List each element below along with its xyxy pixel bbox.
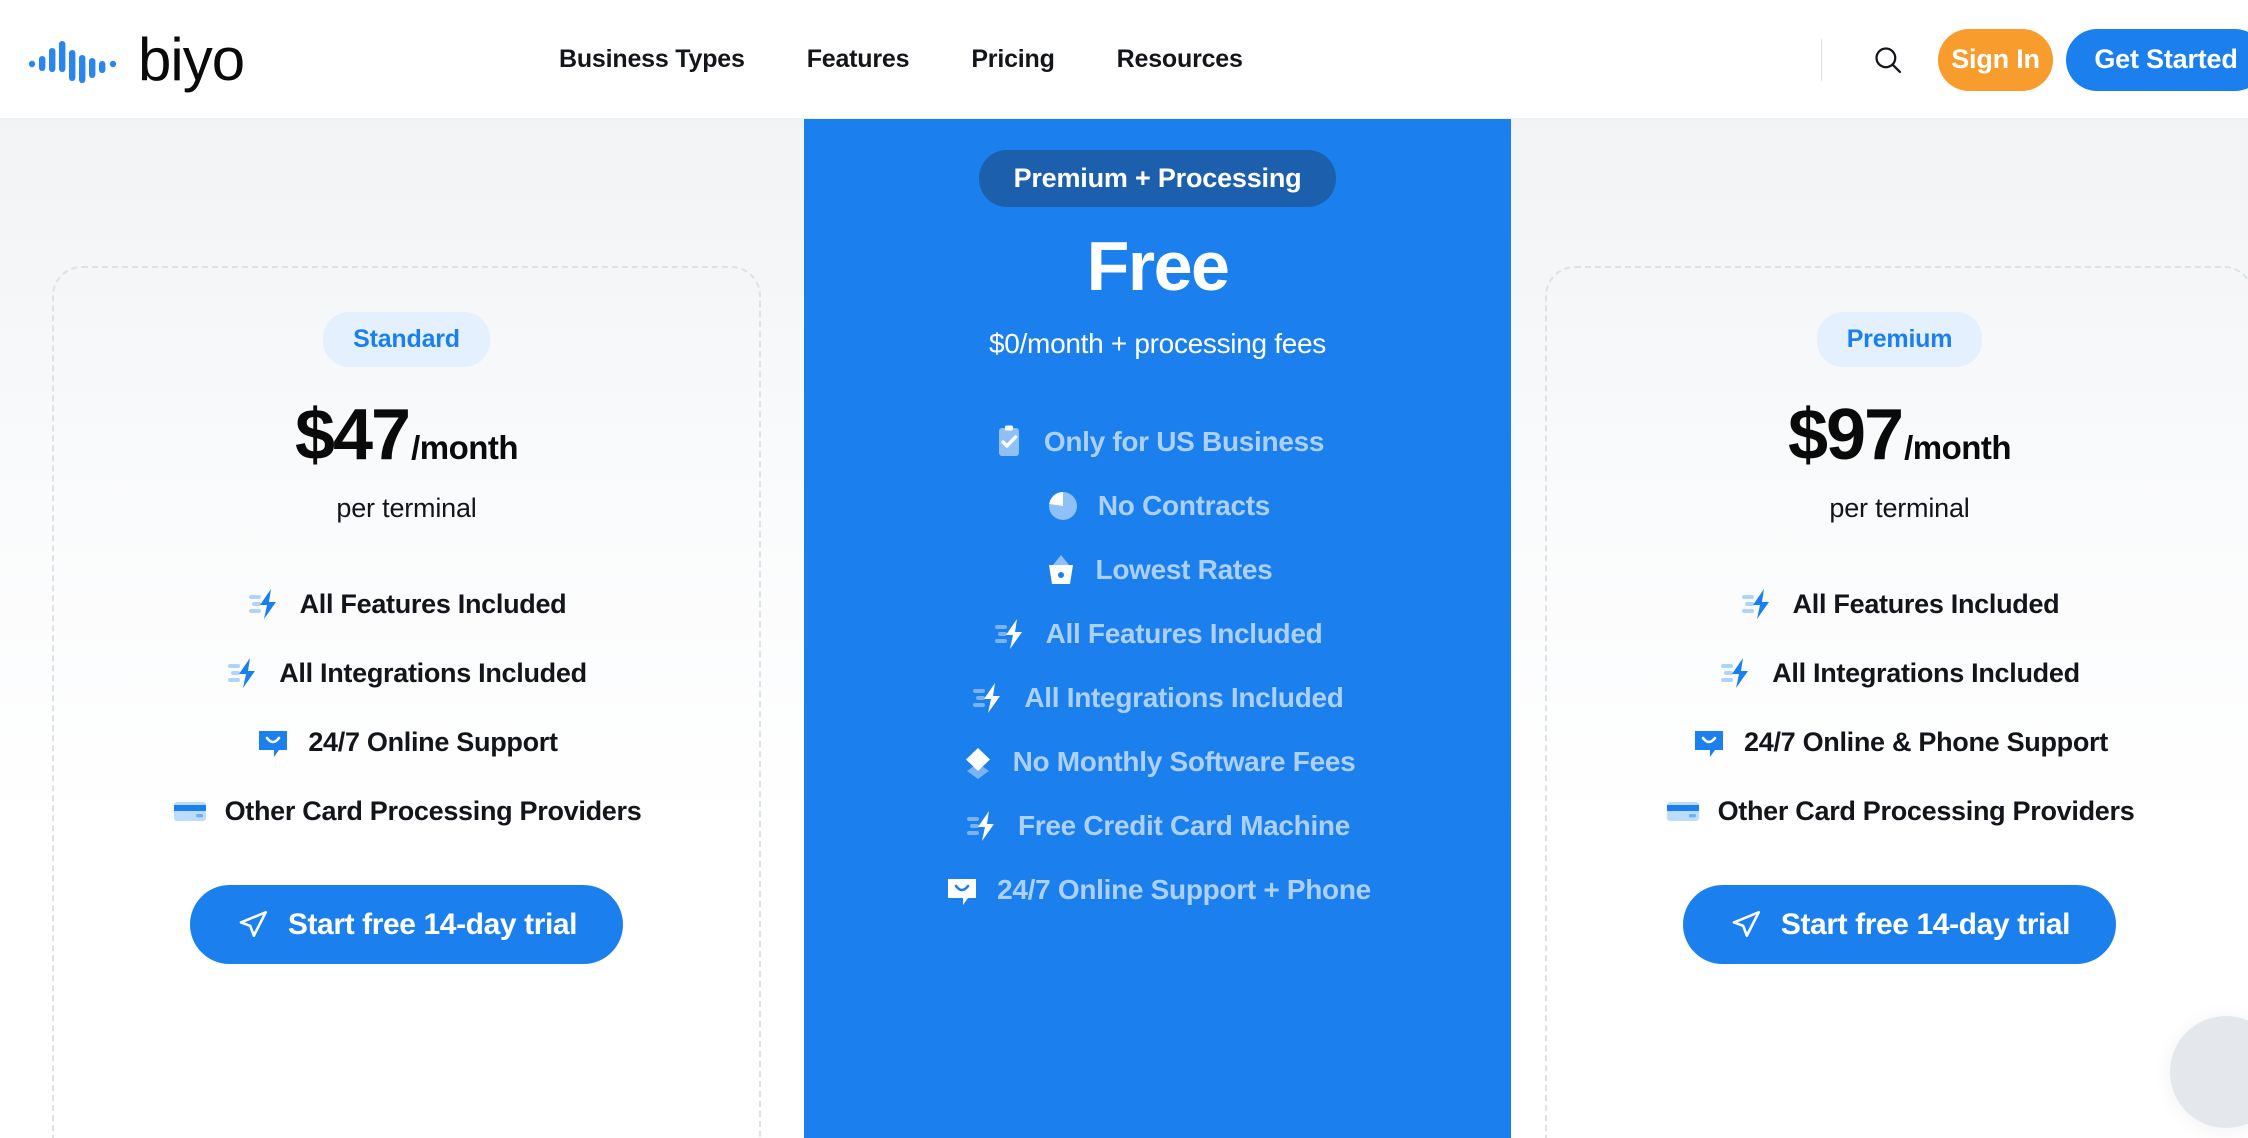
price-period: /month [411,429,519,466]
list-item: All Integrations Included [971,680,1344,716]
send-plane-icon [239,910,267,937]
plan-price-premium: $97 /month [1787,395,2012,475]
pricing-card-premium-processing: Premium + Processing Free $0/month + pro… [804,119,1511,1138]
feature-label: Only for US Business [1043,426,1325,457]
nav-item-pricing[interactable]: Pricing [940,45,1085,74]
nav-item-business-types[interactable]: Business Types [528,45,776,74]
pie-chart-icon [1048,492,1077,520]
main-nav: Business Types Features Pricing Resource… [528,0,1274,119]
list-item: All Features Included [993,616,1323,652]
pricing-card-standard: Standard $47 /month per terminal All Fea… [52,266,761,1138]
feature-label: All Integrations Included [1772,657,2080,688]
chat-smile-icon [1695,731,1724,757]
pricing-page: biyo Business Types Features Pricing Res… [0,0,2248,1138]
price-amount: $97 [1787,395,1904,475]
chat-smile-icon [259,731,288,757]
send-plane-icon [1732,910,1760,937]
list-item: All Integrations Included [226,655,587,691]
speed-bolt-icon [1741,589,1769,619]
plan-badge-premium: Premium [1816,312,1983,367]
list-item: 24/7 Online Support + Phone [944,872,1371,908]
plan-badge-standard: Standard [323,312,490,367]
header-divider [1821,38,1822,81]
feature-label: 24/7 Online Support + Phone [997,874,1371,905]
feature-label: Other Card Processing Providers [224,795,642,826]
feature-label: No Monthly Software Fees [1012,746,1356,777]
feature-label: Other Card Processing Providers [1717,795,2135,826]
feature-label: All Integrations Included [1024,682,1344,713]
cta-label: Start free 14-day trial [287,907,578,941]
list-item: Other Card Processing Providers [172,793,642,829]
price-period: /month [1904,429,2012,466]
credit-card-icon [1666,802,1699,821]
feature-list-premium: All Features Included All Integrations I… [1547,586,2248,862]
price-amount: $47 [294,395,411,475]
logo-wordmark: biyo [138,25,245,93]
price-subtitle: $0/month + processing fees [989,328,1326,359]
start-trial-button-standard[interactable]: Start free 14-day trial [189,885,624,964]
list-item: No Monthly Software Fees [960,744,1356,780]
nav-item-resources[interactable]: Resources [1086,45,1274,74]
list-item: All Features Included [1740,586,2060,622]
feature-list-standard: All Features Included All Integrations I… [54,586,759,862]
plan-price-standard: $47 /month [294,395,519,475]
basket-icon [1048,555,1073,584]
feature-label: Lowest Rates [1095,554,1273,585]
speed-bolt-icon [248,589,276,619]
site-header: biyo Business Types Features Pricing Res… [0,0,2248,119]
credit-card-icon [173,802,206,821]
list-item: Lowest Rates [1043,552,1273,588]
list-item: All Features Included [247,586,567,622]
get-started-button[interactable]: Get Started [2066,28,2248,91]
feature-list-premium-processing: Only for US Business No Contracts Lowest… [804,424,1511,936]
logo[interactable]: biyo [28,0,245,119]
speed-bolt-icon [1721,658,1749,688]
feature-label: No Contracts [1097,490,1271,521]
price-subtitle: per terminal [336,493,477,523]
waveform-icon [28,40,117,83]
search-icon [1875,46,1902,73]
feature-label: All Features Included [299,588,567,619]
header-actions: Sign In Get Started [1821,0,2248,119]
speed-bolt-icon [994,619,1022,649]
speed-bolt-icon [967,811,994,841]
diamond-icon [965,748,990,779]
feature-label: All Integrations Included [279,657,587,688]
list-item: Other Card Processing Providers [1665,793,2135,829]
chat-smile-icon [948,879,977,905]
feature-label: All Features Included [1045,618,1323,649]
feature-label: 24/7 Online & Phone Support [1744,726,2108,757]
nav-item-features[interactable]: Features [776,45,941,74]
feature-label: All Features Included [1792,588,2060,619]
feature-label: Free Credit Card Machine [1018,810,1350,841]
list-item: No Contracts [1045,488,1270,524]
start-trial-button-premium[interactable]: Start free 14-day trial [1682,885,2117,964]
plan-badge-premium-processing: Premium + Processing [978,150,1337,207]
list-item: 24/7 Online Support [255,724,558,760]
price-subtitle: per terminal [1829,493,1970,523]
sign-in-button[interactable]: Sign In [1938,28,2053,91]
pricing-card-premium: Premium $97 /month per terminal All Feat… [1545,266,2248,1138]
cta-label: Start free 14-day trial [1780,907,2071,941]
plan-price-free: Free [1086,227,1230,305]
feature-label: 24/7 Online Support [308,726,558,757]
list-item: Free Credit Card Machine [965,808,1350,844]
pricing-cards: Standard $47 /month per terminal All Fea… [0,119,2248,1138]
list-item: All Integrations Included [1719,655,2080,691]
list-item: Only for US Business [991,424,1324,460]
list-item: 24/7 Online & Phone Support [1691,724,2108,760]
clipboard-check-icon [998,425,1019,456]
search-button[interactable] [1866,38,1910,82]
speed-bolt-icon [973,683,1001,713]
speed-bolt-icon [228,658,256,688]
